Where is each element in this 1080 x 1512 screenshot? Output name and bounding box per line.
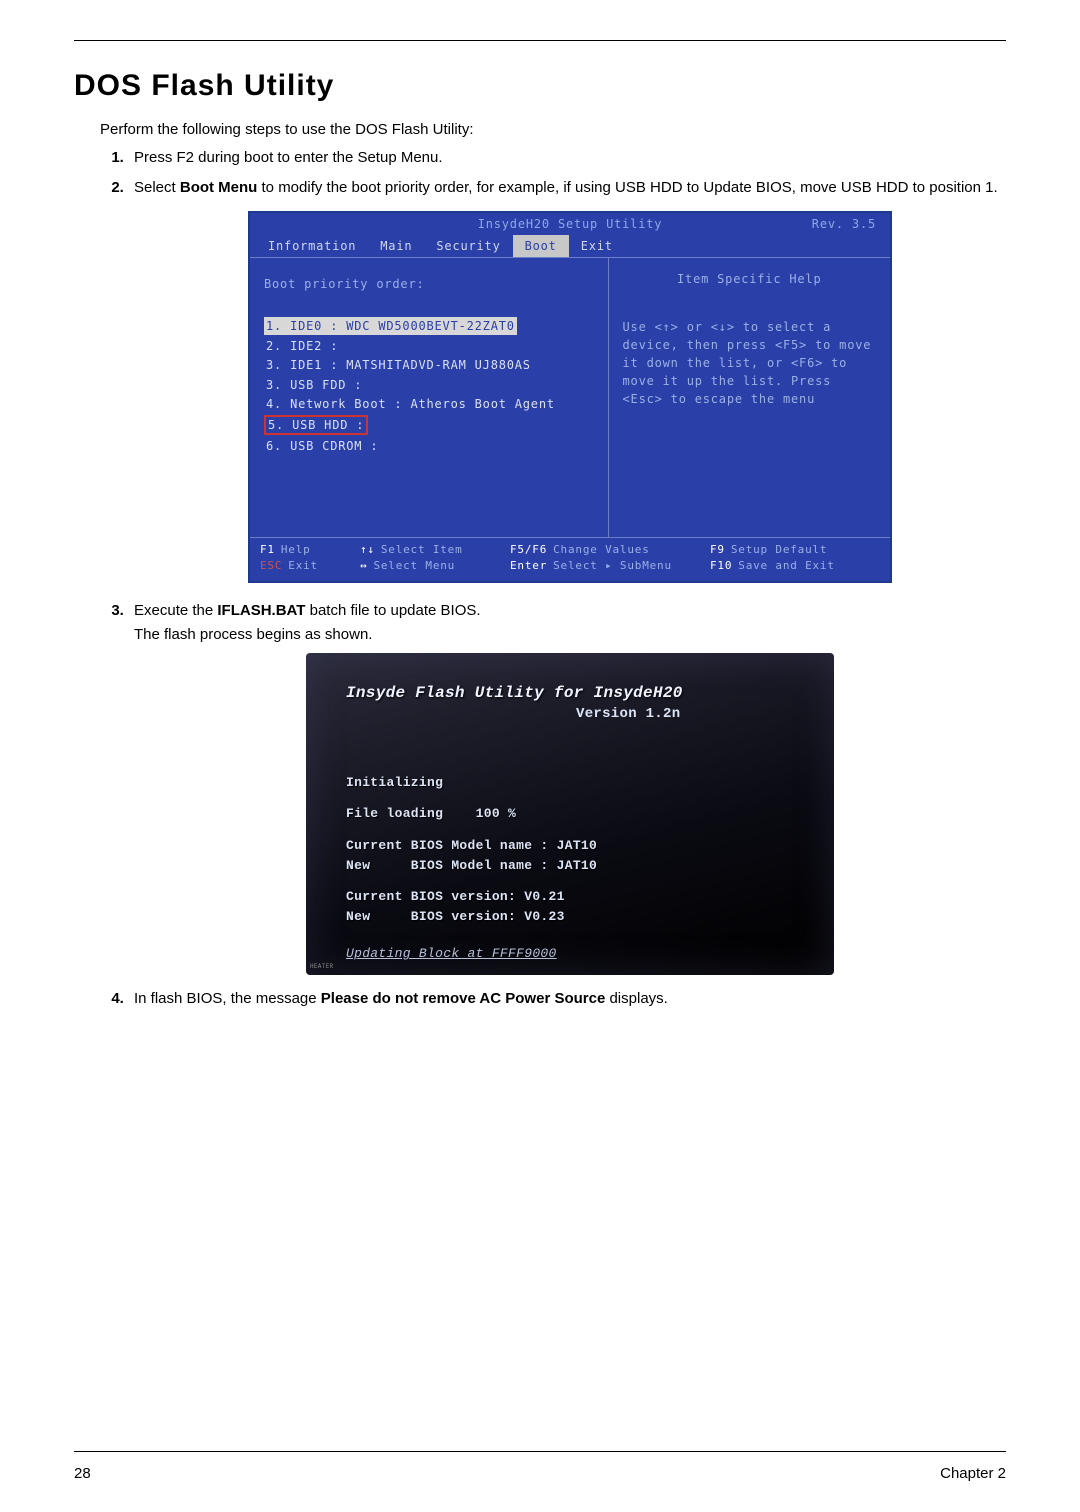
- boot-item-7: 6. USB CDROM :: [264, 437, 594, 455]
- fv-change: Change Values: [553, 542, 650, 559]
- fv-help: Help: [281, 542, 311, 559]
- step-4-bold: Please do not remove AC Power Source: [321, 990, 606, 1007]
- flash-version: Version 1.2n: [576, 705, 806, 724]
- fv-select-item: Select Item: [381, 542, 463, 559]
- boot-item-5: 4. Network Boot : Atheros Boot Agent: [264, 395, 594, 413]
- page-footer: 28 Chapter 2: [74, 1465, 1006, 1482]
- intro-text: Perform the following steps to use the D…: [100, 121, 1006, 138]
- fv-save: Save and Exit: [738, 558, 835, 575]
- bios-help-body: Use <↑> or <↓> to select a device, then …: [623, 318, 876, 408]
- flash-initializing: Initializing: [346, 774, 806, 792]
- page-title: DOS Flash Utility: [74, 69, 1006, 103]
- step-3-text-a: Execute the: [134, 602, 217, 619]
- flash-new-version: New BIOS version: V0.23: [346, 908, 806, 926]
- step-2-text-b: to modify the boot priority order, for e…: [257, 179, 997, 196]
- steps-list: Press F2 during boot to enter the Setup …: [100, 148, 1006, 1009]
- bios-tab-exit: Exit: [569, 235, 625, 257]
- boot-item-2: 2. IDE2 :: [264, 337, 594, 355]
- flash-file-loading: File loading 100 %: [346, 805, 806, 823]
- fk-f9: F9: [710, 542, 725, 559]
- flash-current-model: Current BIOS Model name : JAT10: [346, 837, 806, 855]
- bios-help-title: Item Specific Help: [623, 270, 876, 288]
- flash-current-version: Current BIOS version: V0.21: [346, 888, 806, 906]
- bios-tab-main: Main: [368, 235, 424, 257]
- chapter-label: Chapter 2: [940, 1465, 1006, 1482]
- boot-item-1: 1. IDE0 : WDC WD5000BEVT-22ZAT0: [264, 317, 517, 335]
- flash-corner-label: HEATER: [310, 963, 333, 971]
- flash-utility-screenshot: Insyde Flash Utility for InsydeH20 Versi…: [306, 653, 834, 974]
- step-4: In flash BIOS, the message Please do not…: [128, 989, 1006, 1009]
- step-3-sub: The flash process begins as shown.: [134, 625, 1006, 645]
- step-2-bold: Boot Menu: [180, 179, 257, 196]
- step-4-text-a: In flash BIOS, the message: [134, 990, 321, 1007]
- fk-leftright: ↔: [360, 558, 367, 575]
- top-rule: [74, 40, 1006, 41]
- boot-item-usb-hdd: 5. USB HDD :: [264, 415, 368, 435]
- step-3: Execute the IFLASH.BAT batch file to upd…: [128, 601, 1006, 975]
- fv-exit: Exit: [288, 558, 318, 575]
- boot-item-4: 3. USB FDD :: [264, 376, 594, 394]
- step-1: Press F2 during boot to enter the Setup …: [128, 148, 1006, 168]
- fk-f5f6: F5/F6: [510, 542, 547, 559]
- step-4-text-b: displays.: [605, 990, 668, 1007]
- flash-title: Insyde Flash Utility for InsydeH20: [346, 683, 806, 705]
- fk-enter: Enter: [510, 558, 547, 575]
- fv-submenu: Select ▸ SubMenu: [553, 558, 672, 575]
- bios-left-panel: Boot priority order: 1. IDE0 : WDC WD500…: [250, 257, 609, 537]
- step-1-text: Press F2 during boot to enter the Setup …: [134, 149, 443, 166]
- boot-priority-heading: Boot priority order:: [264, 276, 594, 292]
- fk-updown: ↑↓: [360, 542, 375, 559]
- bios-body: Boot priority order: 1. IDE0 : WDC WD500…: [250, 257, 890, 537]
- boot-item-3: 3. IDE1 : MATSHITADVD-RAM UJ880AS: [264, 356, 594, 374]
- bios-footer: F1Help ↑↓Select Item F5/F6Change Values …: [250, 537, 890, 581]
- bottom-rule: [74, 1451, 1006, 1452]
- bios-title-bar: InsydeH20 Setup Utility Rev. 3.5: [250, 213, 890, 235]
- fk-f10: F10: [710, 558, 732, 575]
- bios-tab-information: Information: [256, 235, 368, 257]
- fv-select-menu: Select Menu: [373, 558, 455, 575]
- flash-status: Updating Block at FFFF9000: [346, 945, 806, 963]
- step-3-bold: IFLASH.BAT: [217, 602, 305, 619]
- fk-esc: ESC: [260, 558, 282, 575]
- page-number: 28: [74, 1465, 91, 1482]
- bios-help-panel: Item Specific Help Use <↑> or <↓> to sel…: [609, 257, 890, 537]
- bios-tab-boot: Boot: [513, 235, 569, 257]
- bios-title: InsydeH20 Setup Utility: [478, 216, 663, 232]
- fv-default: Setup Default: [731, 542, 828, 559]
- step-2-text-a: Select: [134, 179, 180, 196]
- bios-tabs: Information Main Security Boot Exit: [250, 235, 890, 257]
- bios-setup-screenshot: InsydeH20 Setup Utility Rev. 3.5 Informa…: [248, 211, 892, 583]
- bios-revision: Rev. 3.5: [812, 216, 876, 232]
- fk-f1: F1: [260, 542, 275, 559]
- step-3-text-b: batch file to update BIOS.: [305, 602, 480, 619]
- step-2: Select Boot Menu to modify the boot prio…: [128, 178, 1006, 583]
- flash-new-model: New BIOS Model name : JAT10: [346, 857, 806, 875]
- bios-tab-security: Security: [424, 235, 512, 257]
